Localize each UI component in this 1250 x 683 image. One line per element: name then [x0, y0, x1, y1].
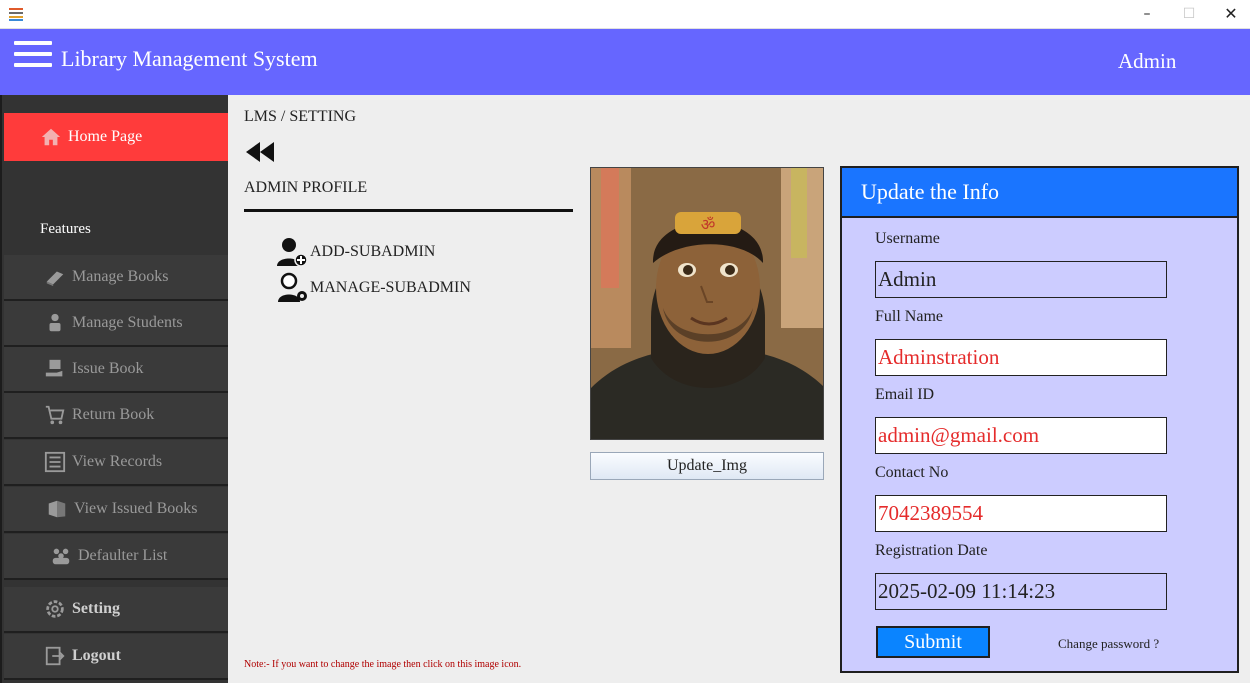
section-title: ADMIN PROFILE [244, 179, 368, 196]
features-heading: Features [40, 221, 91, 237]
user-settings-icon [278, 272, 307, 302]
svg-text:ॐ: ॐ [701, 215, 716, 234]
sidebar-item-label: Setting [72, 600, 120, 617]
add-subadmin-link[interactable]: ADD-SUBADMIN [276, 236, 435, 268]
contact-field[interactable] [875, 495, 1167, 532]
submit-button[interactable]: Submit [876, 626, 990, 658]
email-field[interactable] [875, 417, 1167, 454]
app-title: Library Management System [61, 46, 318, 71]
registration-date-label: Registration Date [875, 542, 988, 559]
sidebar-item-manage-books[interactable]: Manage Books [4, 255, 228, 301]
change-password-link[interactable]: Change password ? [1058, 636, 1159, 652]
window-titlebar: – ☐ ✕ [0, 0, 1250, 29]
people-icon [52, 548, 70, 565]
books-icon [48, 500, 66, 518]
sidebar-item-label: Manage Books [72, 268, 169, 285]
list-icon [44, 451, 66, 473]
sidebar: Home Page Features Manage Books Manage S… [0, 95, 228, 683]
issue-book-icon [45, 359, 63, 377]
email-label: Email ID [875, 386, 935, 403]
logout-icon [45, 646, 65, 666]
sidebar-item-label: Manage Students [72, 314, 183, 331]
manage-subadmin-label: MANAGE-SUBADMIN [310, 279, 471, 296]
add-user-icon [277, 238, 308, 267]
sidebar-item-label: View Issued Books [74, 500, 198, 517]
gear-icon [46, 600, 64, 618]
student-icon [49, 313, 61, 332]
home-icon [41, 128, 61, 146]
breadcrumb: LMS / SETTING [244, 108, 356, 125]
current-user: Admin [1118, 49, 1177, 73]
sidebar-item-defaulter-list[interactable]: Defaulter List [4, 534, 228, 580]
sidebar-item-setting[interactable]: Setting [4, 587, 228, 633]
book-icon [46, 271, 64, 287]
image-note: Note:- If you want to change the image t… [244, 659, 522, 670]
close-button[interactable]: ✕ [1216, 4, 1246, 24]
sidebar-item-logout[interactable]: Logout [4, 634, 228, 680]
app-icon [9, 8, 23, 21]
maximize-button[interactable]: ☐ [1174, 4, 1204, 24]
update-info-panel: Update the Info Username Full Name Email… [840, 166, 1239, 673]
sidebar-item-view-issued-books[interactable]: View Issued Books [4, 487, 228, 533]
sidebar-item-label: Issue Book [72, 360, 144, 377]
cart-icon [45, 405, 65, 425]
registration-date-field[interactable] [875, 573, 1167, 610]
sidebar-item-issue-book[interactable]: Issue Book [4, 347, 228, 393]
main-content: LMS / SETTING ADMIN PROFILE ADD-SUBADMIN… [228, 95, 1250, 683]
sidebar-item-label: Defaulter List [78, 547, 168, 564]
manage-subadmin-link[interactable]: MANAGE-SUBADMIN [276, 272, 471, 304]
profile-image[interactable]: ॐ [590, 167, 824, 440]
section-divider [244, 209, 573, 212]
contact-label: Contact No [875, 464, 949, 481]
sidebar-item-home[interactable]: Home Page [4, 113, 228, 161]
menu-icon[interactable] [14, 41, 52, 69]
fullname-field[interactable] [875, 339, 1167, 376]
app-header: Library Management System Admin [0, 29, 1250, 95]
username-label: Username [875, 230, 940, 247]
sidebar-item-manage-students[interactable]: Manage Students [4, 301, 228, 347]
panel-title: Update the Info [842, 168, 1237, 218]
sidebar-item-label: View Records [72, 453, 163, 470]
sidebar-item-label: Home Page [68, 128, 143, 145]
sidebar-item-label: Logout [72, 647, 121, 664]
add-subadmin-label: ADD-SUBADMIN [310, 243, 436, 260]
back-icon[interactable] [244, 140, 276, 164]
minimize-button[interactable]: – [1132, 4, 1162, 24]
sidebar-item-view-records[interactable]: View Records [4, 440, 228, 486]
sidebar-item-label: Return Book [72, 406, 155, 423]
sidebar-item-return-book[interactable]: Return Book [4, 393, 228, 439]
update-image-button[interactable]: Update_Img [590, 452, 824, 480]
fullname-label: Full Name [875, 308, 943, 325]
username-field[interactable] [875, 261, 1167, 298]
